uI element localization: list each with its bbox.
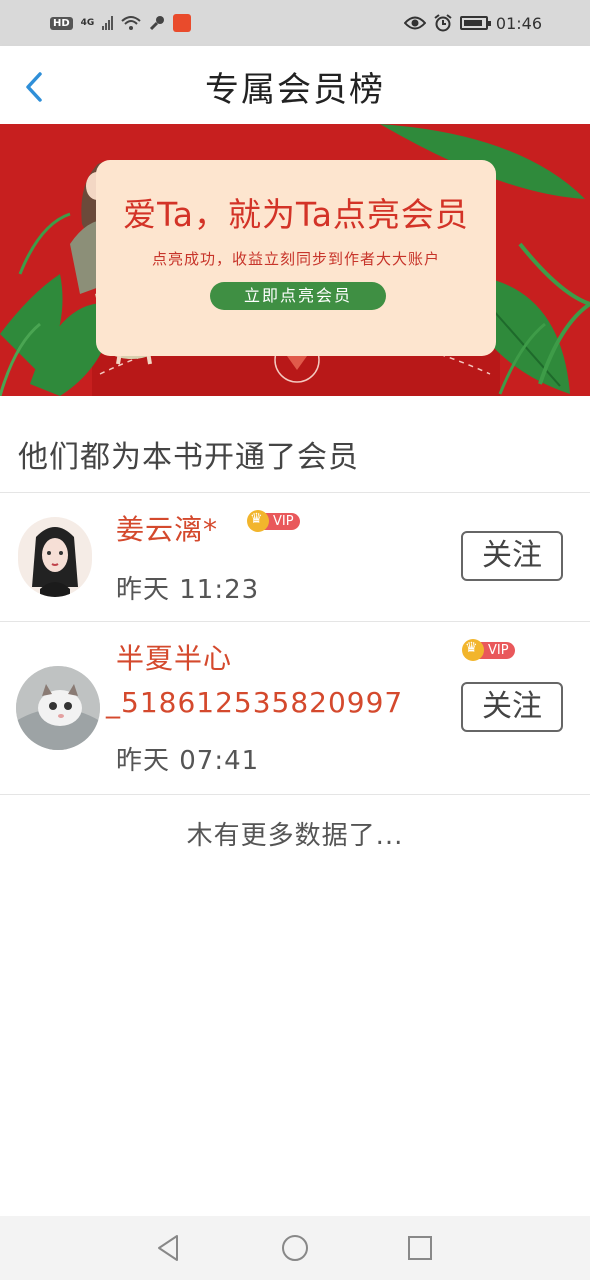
- member-name-line1: 半夏半心: [116, 642, 233, 675]
- member-time: 昨天 11:23: [116, 575, 260, 605]
- status-bar-right: 01:46: [403, 13, 542, 33]
- status-time: 01:46: [495, 13, 542, 33]
- member-row: 半夏半心 _518612535820997 VIP 昨天 07:41 关注: [0, 622, 590, 794]
- recents-square-icon[interactable]: [404, 1232, 436, 1264]
- top-app-bar: 专属会员榜: [0, 46, 590, 124]
- key-icon: [150, 16, 165, 31]
- page-title: 专属会员榜: [205, 70, 385, 110]
- network-type: 4G: [80, 18, 95, 28]
- status-bar-left: HD 4G: [50, 14, 192, 32]
- wifi-icon: [121, 16, 141, 30]
- follow-button[interactable]: 关注: [461, 682, 563, 732]
- hd-icon: HD: [50, 16, 73, 30]
- vip-badge: VIP: [247, 510, 300, 532]
- no-more-data-text: 木有更多数据了...: [186, 821, 404, 851]
- section-title: 他们都为本书开通了会员: [18, 440, 359, 475]
- home-circle-icon[interactable]: [279, 1232, 311, 1264]
- divider: [0, 794, 590, 795]
- member-name: 姜云漓*: [116, 513, 219, 546]
- back-triangle-icon[interactable]: [153, 1232, 185, 1264]
- status-bar: HD 4G 01:46: [0, 0, 590, 46]
- banner-headline: 爱Ta，就为Ta点亮会员: [123, 195, 469, 234]
- eye-icon: [403, 16, 426, 30]
- vip-badge: VIP: [462, 639, 515, 661]
- crown-icon: [247, 510, 269, 532]
- avatar-image: [16, 666, 100, 750]
- member-row: 姜云漓* VIP 昨天 11:23 关注: [0, 493, 590, 621]
- system-navigation-bar: [0, 1216, 590, 1280]
- promo-banner[interactable]: 爱Ta，就为Ta点亮会员 点亮成功，收益立刻同步到作者大大账户 立即点亮会员: [0, 124, 590, 396]
- follow-button[interactable]: 关注: [461, 531, 563, 581]
- member-time: 昨天 07:41: [116, 746, 260, 776]
- alarm-icon: [434, 14, 452, 32]
- avatar[interactable]: [16, 666, 100, 750]
- banner-subtitle: 点亮成功，收益立刻同步到作者大大账户: [151, 250, 440, 268]
- activate-membership-button[interactable]: 立即点亮会员: [210, 282, 386, 310]
- member-name-line2: _518612535820997: [106, 686, 404, 719]
- app-notification-icon: [173, 14, 192, 32]
- avatar[interactable]: [18, 517, 92, 597]
- crown-icon: [462, 639, 484, 661]
- avatar-image: [32, 527, 78, 597]
- battery-icon: [459, 16, 491, 30]
- signal-icon: [102, 16, 114, 30]
